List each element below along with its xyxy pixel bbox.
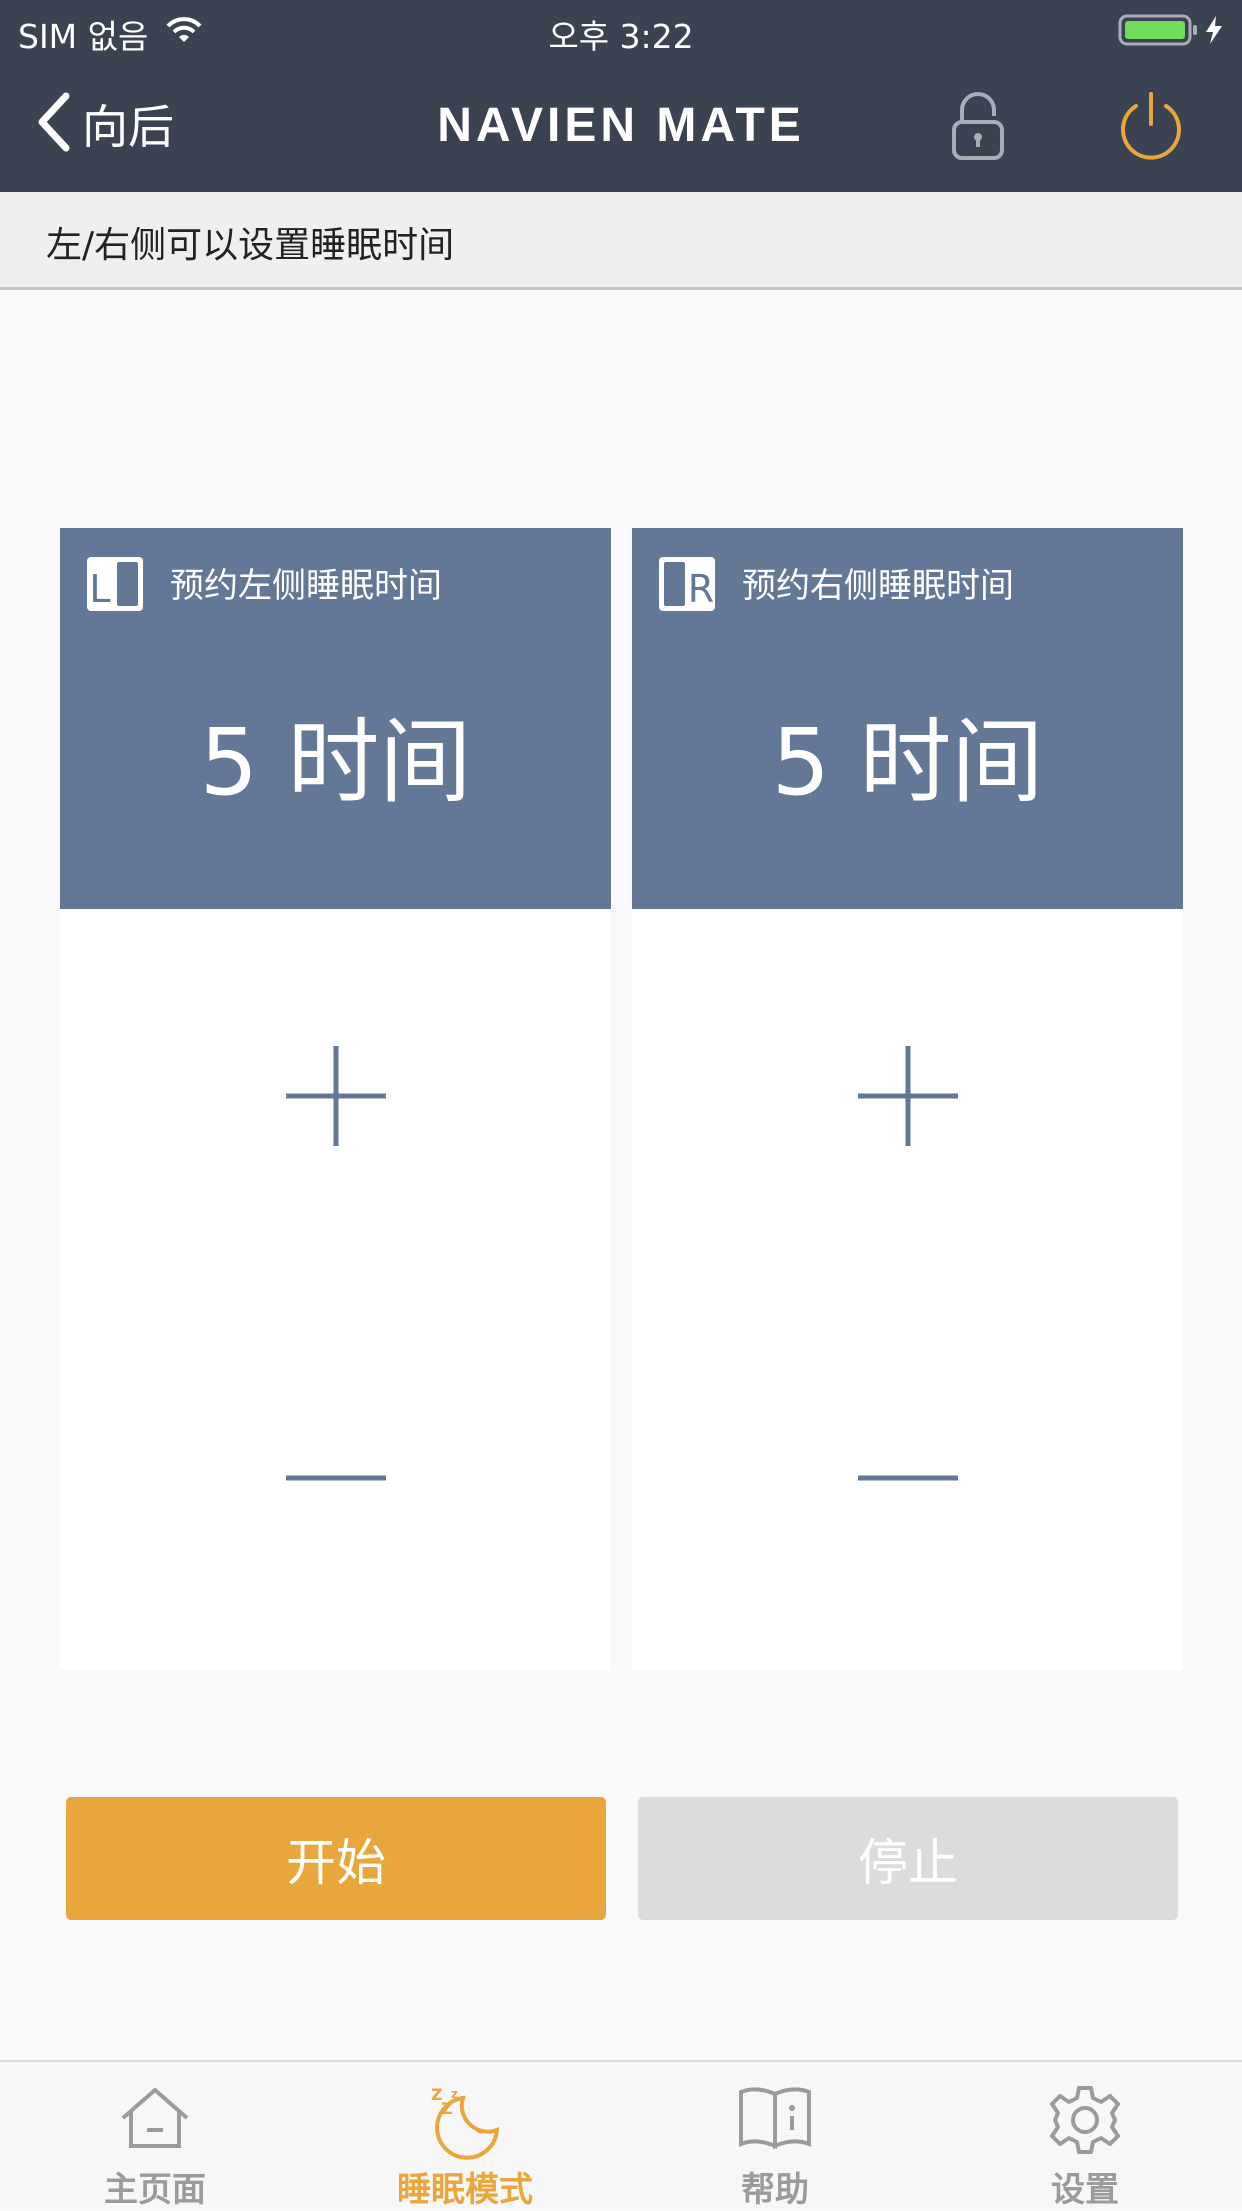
stop-button[interactable]: 停止: [638, 1797, 1178, 1920]
plus-icon: [858, 1046, 958, 1146]
sleep-moon-icon: Z Z z: [310, 2084, 620, 2160]
battery-icon: [1118, 12, 1228, 48]
status-bar: SIM 없음 오후 3:22: [0, 0, 1242, 60]
back-button[interactable]: 向后: [34, 90, 174, 158]
lock-icon: [948, 92, 1008, 166]
tab-settings[interactable]: 设置: [930, 2062, 1240, 2210]
minus-icon: [286, 1475, 386, 1481]
gear-icon: [930, 2084, 1240, 2156]
help-book-icon: [620, 2084, 930, 2150]
svg-text:Z: Z: [441, 2099, 453, 2118]
right-sleep-hours: 5 时间: [771, 709, 1044, 816]
power-button[interactable]: [1116, 90, 1186, 166]
left-sleep-hours: 5 时间: [199, 709, 472, 816]
left-sleep-panel: L 预约左侧睡眠时间 5 时间: [60, 528, 611, 1670]
svg-text:L: L: [89, 567, 110, 611]
right-decrease-button[interactable]: [858, 1428, 958, 1528]
lock-button[interactable]: [948, 92, 1008, 166]
navigation-bar: 向后 NAVIEN MATE: [0, 60, 1242, 192]
tab-sleep-mode-label: 睡眠模式: [397, 2170, 533, 2210]
instruction-text: 左/右侧可以设置睡眠时间: [46, 225, 455, 266]
home-icon: [0, 2084, 310, 2150]
right-sleep-panel: R 预约右侧睡眠时间 5 时间: [632, 528, 1183, 1670]
tab-bar: 主页面 Z Z z 睡眠模式 帮助 设置: [0, 2060, 1242, 2210]
plus-icon: [286, 1046, 386, 1146]
right-increase-button[interactable]: [858, 1046, 958, 1146]
minus-icon: [858, 1475, 958, 1481]
tab-settings-label: 设置: [1051, 2170, 1119, 2210]
instruction-bar: 左/右侧可以设置睡眠时间: [0, 192, 1242, 290]
left-side-icon: L: [84, 554, 146, 618]
right-panel-title: 预约右侧睡眠时间: [742, 566, 1014, 606]
tab-sleep-mode[interactable]: Z Z z 睡眠模式: [310, 2062, 620, 2210]
tab-help-label: 帮助: [741, 2170, 809, 2210]
left-increase-button[interactable]: [286, 1046, 386, 1146]
svg-text:R: R: [688, 567, 714, 611]
power-icon: [1116, 92, 1186, 166]
brand-logo: NAVIEN MATE: [437, 99, 805, 152]
tab-home[interactable]: 主页面: [0, 2062, 310, 2210]
left-panel-header: L 预约左侧睡眠时间 5 时间: [60, 528, 611, 909]
left-decrease-button[interactable]: [286, 1428, 386, 1528]
tab-help[interactable]: 帮助: [620, 2062, 930, 2210]
right-panel-header: R 预约右侧睡眠时间 5 时间: [632, 528, 1183, 909]
svg-text:z: z: [451, 2087, 458, 2101]
right-side-icon: R: [656, 554, 718, 618]
chevron-left-icon: [34, 90, 74, 158]
tab-home-label: 主页面: [104, 2170, 206, 2210]
start-button[interactable]: 开始: [66, 1797, 606, 1920]
status-time: 오후 3:22: [548, 17, 694, 56]
left-panel-title: 预约左侧睡眠时间: [170, 566, 442, 606]
back-label: 向后: [82, 100, 174, 154]
